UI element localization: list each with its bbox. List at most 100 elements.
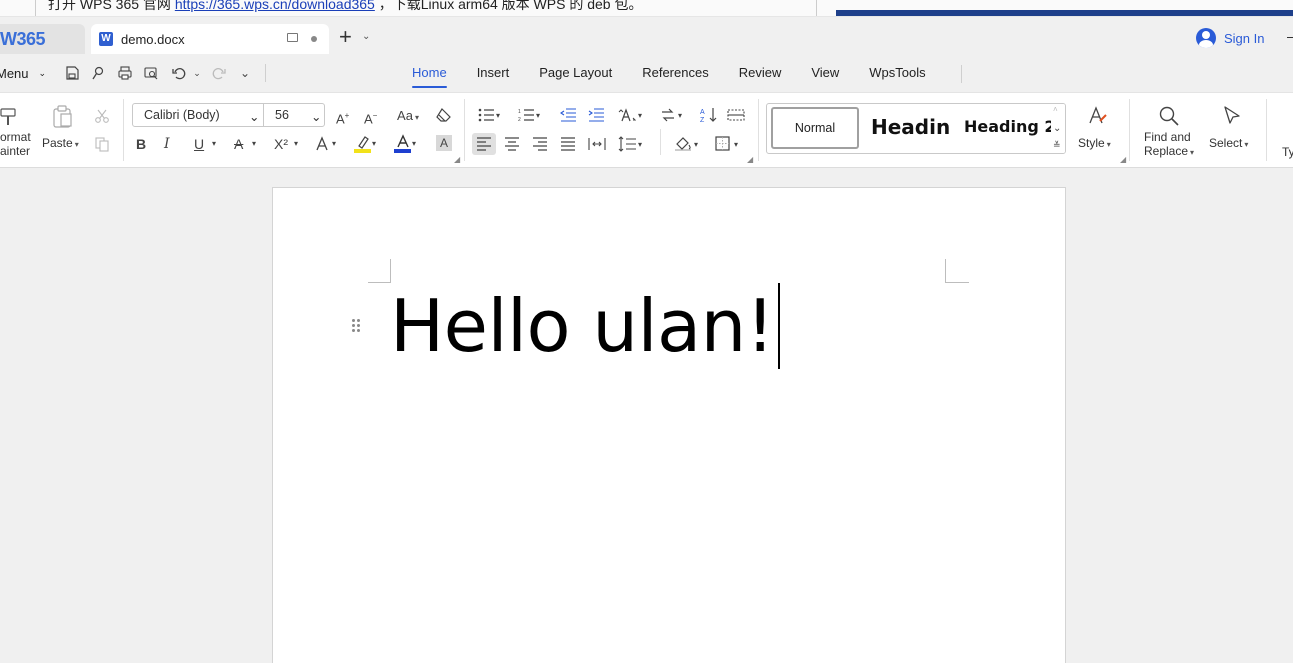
font-name-select[interactable]: Calibri (Body) ⌄	[132, 103, 264, 127]
underline-button[interactable]: U	[194, 136, 204, 152]
style-normal[interactable]: Normal	[771, 107, 859, 149]
document-tab[interactable]: W demo.docx	[91, 24, 329, 54]
search-icon[interactable]	[1158, 105, 1180, 130]
shrink-font-icon[interactable]: A−	[364, 108, 377, 127]
style-heading-2[interactable]: Heading 2	[964, 117, 1056, 136]
cut-off-button-label[interactable]: Ty	[1282, 145, 1293, 159]
document-page[interactable]	[272, 187, 1066, 663]
format-painter-icon[interactable]	[0, 107, 18, 130]
home-ribbon: ormat ainter Paste ▾ Calibri (Body) ⌄ 56 …	[0, 92, 1293, 168]
cut-icon[interactable]	[94, 108, 110, 127]
font-size-select[interactable]: 56 ⌄	[263, 103, 325, 127]
background-link[interactable]: https://365.wps.cn/download365	[175, 0, 375, 12]
paste-icon[interactable]	[52, 105, 74, 132]
align-center-icon[interactable]	[504, 137, 520, 154]
tab-review[interactable]: Review	[724, 56, 797, 92]
home-tab[interactable]: W365	[0, 24, 85, 54]
sign-in-button[interactable]: Sign In	[1196, 27, 1264, 49]
text-flow-icon[interactable]	[660, 108, 676, 125]
chevron-down-icon[interactable]: ▾	[638, 137, 642, 153]
more-chevron-icon[interactable]: ⌄	[237, 65, 253, 81]
format-painter-button[interactable]: ormat ainter	[0, 130, 31, 158]
italic-button[interactable]: I	[164, 136, 170, 152]
tab-references[interactable]: References	[627, 56, 723, 92]
redo-icon[interactable]	[211, 65, 227, 81]
format-painter-label: ainter	[0, 144, 31, 158]
character-shading-icon[interactable]: A	[436, 135, 452, 151]
chevron-down-icon[interactable]: ▾	[678, 108, 682, 124]
tab-view[interactable]: View	[796, 56, 854, 92]
strikethrough-button[interactable]: A	[234, 136, 243, 152]
style-heading-1[interactable]: Heading 1	[871, 115, 949, 139]
text-effect-icon[interactable]	[314, 136, 330, 155]
print-icon[interactable]	[117, 65, 133, 81]
document-paragraph[interactable]: Hello ulan!	[390, 284, 775, 368]
show-marks-icon[interactable]	[727, 108, 745, 125]
chevron-down-icon[interactable]: ▾	[294, 136, 298, 152]
tab-page-layout[interactable]: Page Layout	[524, 56, 627, 92]
chevron-down-icon[interactable]: ▾	[694, 137, 698, 153]
paragraph-dialog-launcher-icon[interactable]: ◢	[747, 155, 753, 164]
text-direction-icon[interactable]	[618, 108, 637, 125]
menu-label: Menu	[0, 66, 29, 81]
undo-icon[interactable]	[171, 65, 187, 81]
chevron-down-icon[interactable]: ▾	[412, 136, 416, 152]
select-button[interactable]: Select ▾	[1209, 136, 1248, 152]
align-left-icon[interactable]	[476, 137, 492, 154]
justify-icon[interactable]	[560, 137, 576, 154]
copy-icon[interactable]	[94, 136, 110, 155]
font-dialog-launcher-icon[interactable]: ◢	[454, 155, 460, 164]
chevron-down-icon[interactable]: ▾	[252, 136, 256, 152]
chevron-down-icon[interactable]: ⌄	[189, 65, 205, 81]
increase-indent-icon[interactable]	[588, 108, 604, 125]
highlight-color-icon[interactable]	[354, 134, 372, 157]
document-body-text[interactable]: Hello ulan!	[390, 283, 781, 369]
find-and-replace-button[interactable]: Find and Replace ▾	[1144, 130, 1194, 160]
monitor-icon[interactable]	[287, 33, 298, 42]
chevron-down-icon[interactable]: ▾	[332, 136, 336, 152]
bold-button[interactable]: B	[136, 136, 146, 152]
scroll-up-icon[interactable]: ˄	[1053, 104, 1058, 118]
sort-icon[interactable]: AZ	[700, 107, 718, 126]
line-spacing-icon[interactable]	[618, 136, 636, 155]
unsaved-dot-icon[interactable]	[311, 36, 317, 42]
chevron-down-icon[interactable]: ⌄	[362, 31, 370, 42]
divider	[660, 129, 661, 155]
chevron-down-icon[interactable]: ▾	[536, 108, 540, 124]
tab-insert[interactable]: Insert	[462, 56, 525, 92]
chevron-down-icon[interactable]: ▾	[372, 136, 376, 152]
grow-font-icon[interactable]: A+	[336, 108, 349, 127]
tab-home[interactable]: Home	[412, 56, 462, 92]
distributed-icon[interactable]	[588, 137, 606, 154]
font-color-icon[interactable]	[394, 134, 412, 157]
chevron-down-icon[interactable]: ▾	[638, 108, 642, 124]
clear-formatting-icon[interactable]	[435, 107, 453, 126]
shading-icon[interactable]	[674, 135, 692, 154]
new-tab-button[interactable]: +	[339, 26, 352, 48]
menu-button[interactable]: Menu ⌄	[0, 66, 46, 81]
styles-dialog-launcher-icon[interactable]: ◢	[1120, 155, 1126, 164]
background-text: ，下载Linux arm64 版本 WPS 的 deb 包。	[378, 0, 643, 12]
select-cursor-icon[interactable]	[1222, 105, 1244, 130]
save-icon[interactable]	[64, 65, 80, 81]
numbering-icon[interactable]: 12	[518, 108, 534, 125]
chevron-down-icon[interactable]: ▾	[496, 108, 500, 124]
paragraph-drag-handle-icon[interactable]	[350, 318, 362, 334]
more-styles-icon[interactable]: ≚	[1053, 137, 1061, 153]
align-right-icon[interactable]	[532, 137, 548, 154]
style-pen-icon[interactable]	[1086, 105, 1108, 130]
style-button[interactable]: Style ▾	[1078, 136, 1111, 152]
paste-button[interactable]: Paste ▾	[42, 136, 79, 152]
decrease-indent-icon[interactable]	[560, 108, 576, 125]
scroll-down-icon[interactable]: ⌄	[1053, 121, 1061, 137]
superscript-button[interactable]: X²	[274, 136, 288, 152]
change-case-icon[interactable]: Aa ▾	[393, 108, 423, 126]
minimize-icon[interactable]	[1287, 37, 1293, 38]
chevron-down-icon[interactable]: ▾	[734, 137, 738, 153]
chevron-down-icon[interactable]: ▾	[212, 136, 216, 152]
print-preview-icon[interactable]	[143, 65, 159, 81]
bullets-icon[interactable]	[478, 108, 494, 125]
format-painter-icon[interactable]	[90, 65, 106, 81]
borders-icon[interactable]	[715, 136, 731, 155]
tab-wpstools[interactable]: WpsTools	[854, 56, 940, 92]
